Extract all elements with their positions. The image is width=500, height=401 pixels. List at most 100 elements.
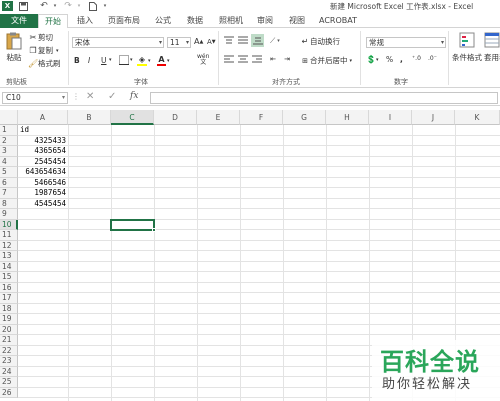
tab-home[interactable]: 开始 bbox=[38, 14, 68, 29]
fill-handle[interactable] bbox=[152, 228, 156, 232]
tab-insert[interactable]: 插入 bbox=[72, 14, 98, 28]
row-header[interactable]: 15 bbox=[0, 272, 18, 283]
cell-a4[interactable]: 2545454 bbox=[18, 157, 66, 168]
row-header[interactable]: 13 bbox=[0, 251, 18, 262]
row-header[interactable]: 22 bbox=[0, 345, 18, 356]
row-header[interactable]: 11 bbox=[0, 230, 18, 241]
decrease-indent-button[interactable]: ⇤ bbox=[268, 55, 278, 63]
redo-dropdown-icon[interactable]: ▾ bbox=[76, 1, 82, 11]
column-header-a[interactable]: A bbox=[18, 110, 68, 125]
bold-button[interactable]: B bbox=[74, 56, 80, 65]
row-header[interactable]: 6 bbox=[0, 177, 18, 188]
column-header-f[interactable]: F bbox=[240, 110, 283, 125]
undo-icon[interactable]: ↶ bbox=[38, 1, 50, 11]
percent-button[interactable]: % bbox=[386, 55, 393, 64]
align-bottom-button[interactable] bbox=[251, 34, 264, 47]
column-header-c[interactable]: C bbox=[111, 110, 154, 125]
row-header[interactable]: 9 bbox=[0, 209, 18, 220]
align-middle-button[interactable] bbox=[238, 36, 248, 45]
format-painter-button[interactable]: 🖌 格式刷 bbox=[28, 58, 61, 69]
column-header-i[interactable]: I bbox=[369, 110, 412, 125]
row-header[interactable]: 2 bbox=[0, 135, 18, 146]
conditional-formatting-button[interactable]: 条件格式 bbox=[452, 32, 482, 63]
font-color-button[interactable]: A ▾ bbox=[157, 55, 170, 66]
copy-dropdown-icon[interactable]: ▾ bbox=[56, 48, 59, 54]
column-header-e[interactable]: E bbox=[197, 110, 240, 125]
column-header-b[interactable]: B bbox=[68, 110, 111, 125]
row-header[interactable]: 14 bbox=[0, 261, 18, 272]
row-header[interactable]: 1 bbox=[0, 125, 18, 136]
align-right-button[interactable] bbox=[252, 55, 262, 64]
undo-dropdown-icon[interactable]: ▾ bbox=[52, 1, 58, 11]
copy-button[interactable]: ❐ 复制 ▾ bbox=[28, 45, 59, 56]
align-left-button[interactable] bbox=[224, 55, 234, 64]
column-header-j[interactable]: J bbox=[412, 110, 455, 125]
font-size-combo[interactable]: 11 ▾ bbox=[167, 37, 191, 48]
grow-font-button[interactable]: A ▲ bbox=[194, 37, 203, 46]
customize-qat-icon[interactable]: ▾ bbox=[102, 1, 108, 11]
column-header-g[interactable]: G bbox=[283, 110, 326, 125]
wrap-text-button[interactable]: ↵ 自动换行 bbox=[300, 36, 340, 47]
save-icon[interactable] bbox=[18, 1, 28, 11]
phonetic-button[interactable]: wén 文 bbox=[197, 54, 209, 66]
row-header[interactable]: 19 bbox=[0, 314, 18, 325]
tab-file[interactable]: 文件 bbox=[0, 14, 38, 28]
tab-data[interactable]: 数据 bbox=[182, 14, 208, 28]
more-options-icon[interactable]: ⋮ bbox=[72, 92, 80, 101]
new-file-icon[interactable] bbox=[88, 1, 98, 11]
merge-center-button[interactable]: ⊞ 合并后居中 ▾ bbox=[300, 55, 352, 66]
increase-decimal-button[interactable]: ⁺.0 bbox=[412, 55, 421, 62]
accounting-format-button[interactable]: 💲 ▾ bbox=[366, 55, 379, 64]
row-header[interactable]: 17 bbox=[0, 293, 18, 304]
active-cell-c10[interactable] bbox=[110, 218, 155, 231]
cancel-icon[interactable]: ✕ bbox=[86, 91, 94, 102]
tab-formulas[interactable]: 公式 bbox=[150, 14, 176, 28]
row-header[interactable]: 10 bbox=[0, 219, 18, 230]
row-header[interactable]: 12 bbox=[0, 240, 18, 251]
cell-a5[interactable]: 643654634 bbox=[18, 167, 66, 178]
enter-check-icon[interactable]: ✓ bbox=[108, 91, 116, 102]
number-format-combo[interactable]: 常规 ▾ bbox=[366, 37, 446, 48]
paste-button[interactable]: 粘贴 bbox=[6, 32, 22, 63]
increase-indent-button[interactable]: ⇥ bbox=[282, 55, 292, 63]
tab-acrobat[interactable]: ACROBAT bbox=[316, 14, 360, 28]
row-header[interactable]: 16 bbox=[0, 282, 18, 293]
tab-camera[interactable]: 照相机 bbox=[214, 14, 248, 28]
italic-button[interactable]: I bbox=[88, 56, 90, 65]
shrink-font-button[interactable]: A ▼ bbox=[207, 38, 216, 46]
row-header[interactable]: 4 bbox=[0, 156, 18, 167]
tab-view[interactable]: 视图 bbox=[284, 14, 310, 28]
orientation-button[interactable]: ⟋ ▾ bbox=[270, 36, 280, 46]
cell-a8[interactable]: 4545454 bbox=[18, 199, 66, 210]
row-header[interactable]: 7 bbox=[0, 188, 18, 199]
row-header[interactable]: 24 bbox=[0, 366, 18, 377]
cell-a7[interactable]: 1987654 bbox=[18, 188, 66, 199]
tab-review[interactable]: 审阅 bbox=[252, 14, 278, 28]
column-header-k[interactable]: K bbox=[455, 110, 500, 125]
cell-a2[interactable]: 4325433 bbox=[18, 136, 66, 147]
column-header-h[interactable]: H bbox=[326, 110, 369, 125]
decrease-decimal-button[interactable]: .0⁻ bbox=[428, 55, 437, 62]
cut-button[interactable]: ✂ 剪切 bbox=[28, 32, 53, 43]
cell-a3[interactable]: 4365654 bbox=[18, 146, 66, 157]
cell-a1[interactable]: id bbox=[20, 125, 29, 136]
row-header[interactable]: 23 bbox=[0, 356, 18, 367]
row-header[interactable]: 20 bbox=[0, 324, 18, 335]
row-header[interactable]: 26 bbox=[0, 387, 18, 398]
row-header[interactable]: 18 bbox=[0, 303, 18, 314]
name-box[interactable]: C10 ▾ bbox=[2, 92, 68, 104]
row-header[interactable]: 25 bbox=[0, 377, 18, 388]
select-all-corner[interactable] bbox=[0, 110, 18, 125]
row-header[interactable]: 8 bbox=[0, 198, 18, 209]
column-header-d[interactable]: D bbox=[154, 110, 197, 125]
align-center-button[interactable] bbox=[238, 55, 248, 64]
borders-button[interactable]: ▾ bbox=[119, 55, 133, 65]
underline-dropdown-icon[interactable]: ▾ bbox=[109, 57, 112, 63]
underline-button[interactable]: U bbox=[101, 56, 107, 65]
comma-style-button[interactable]: , bbox=[400, 55, 403, 64]
tab-page-layout[interactable]: 页面布局 bbox=[102, 14, 146, 28]
row-header[interactable]: 5 bbox=[0, 167, 18, 178]
cell-a6[interactable]: 5466546 bbox=[18, 178, 66, 189]
format-as-table-button[interactable]: 套用表格格式 bbox=[484, 32, 500, 63]
align-top-button[interactable] bbox=[224, 36, 234, 45]
